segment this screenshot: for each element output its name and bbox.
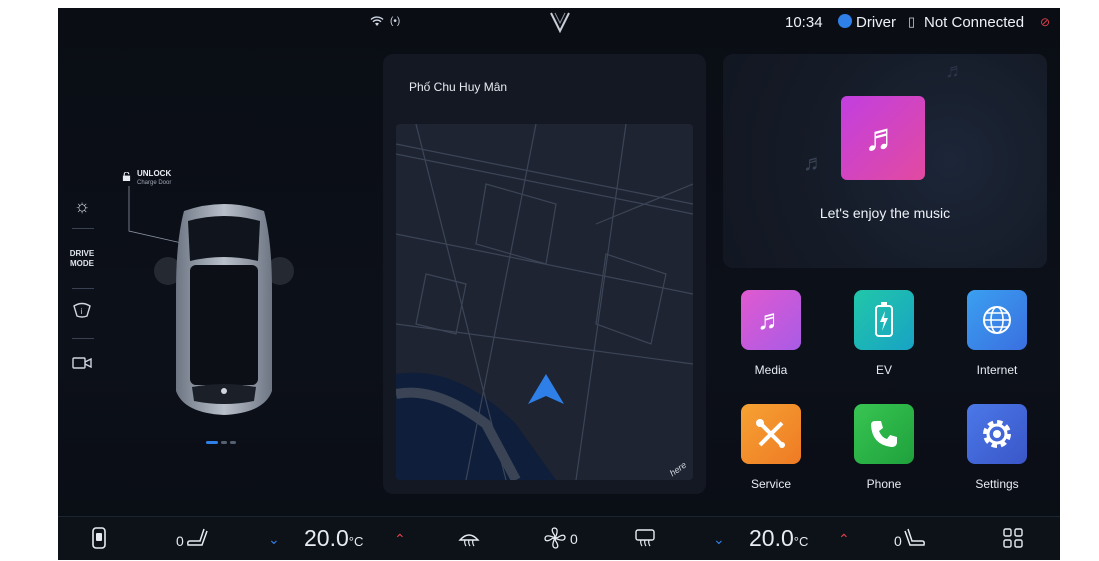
status-bar: (•) 10:34 Driver ▯ Not Connected ⊘ <box>58 8 1060 38</box>
globe-icon <box>967 290 1027 350</box>
app-settings[interactable]: Settings <box>957 404 1037 491</box>
navigation-card[interactable]: Phố Chu Huy Mân here <box>383 54 706 494</box>
drive-mode-line1: DRIVE <box>69 249 95 258</box>
app-phone[interactable]: Phone <box>844 404 924 491</box>
tire-pressure-icon[interactable]: i <box>68 302 96 322</box>
car-top-view-image <box>154 204 294 415</box>
left-seat-heat-level: 0 <box>176 533 184 549</box>
app-ev[interactable]: EV <box>844 290 924 377</box>
front-defrost-icon[interactable] <box>458 528 480 551</box>
divider <box>72 338 94 339</box>
right-temp-value: 20.0 <box>749 525 794 551</box>
app-media[interactable]: ♬ Media <box>731 290 811 377</box>
car-door-icon[interactable] <box>92 527 106 552</box>
app-label: Phone <box>866 477 902 491</box>
app-label: Media <box>754 363 788 377</box>
temp-unit: °C <box>793 534 809 549</box>
fan-speed: 0 <box>570 531 578 547</box>
phone-icon <box>854 404 914 464</box>
svg-text:i: i <box>81 307 83 316</box>
app-label: Service <box>750 477 791 491</box>
map-roads <box>396 124 693 480</box>
driver-profile-icon[interactable] <box>838 14 852 28</box>
app-label: Settings <box>975 477 1019 491</box>
music-note-icon: ♬ <box>864 117 902 159</box>
climate-bar: 0 ⌄ 20.0°C ⌃ 0 ⌄ 20.0°C ⌃ 0 <box>58 516 1060 560</box>
app-internet[interactable]: Internet <box>957 290 1037 377</box>
left-temperature[interactable]: 20.0°C <box>304 525 363 552</box>
music-note-icon: ♬ <box>803 150 825 175</box>
clock: 10:34 <box>785 14 823 31</box>
sim-card-icon: ▯ <box>908 14 916 29</box>
page-indicator <box>206 431 239 449</box>
hotspot-icon: (•) <box>390 16 401 27</box>
music-app-icon[interactable]: ♬ <box>841 96 925 180</box>
light-icon[interactable]: ☼ <box>68 196 96 217</box>
seat-heat-right-icon[interactable] <box>904 527 926 550</box>
left-temp-value: 20.0 <box>304 525 349 551</box>
music-note-icon: ♬ <box>741 290 801 350</box>
app-service[interactable]: Service <box>731 404 811 491</box>
left-temp-up-button[interactable]: ⌃ <box>394 531 406 548</box>
camera-icon[interactable] <box>68 354 96 375</box>
current-street: Phố Chu Huy Mân <box>409 80 508 94</box>
right-temp-down-button[interactable]: ⌄ <box>713 531 725 548</box>
seat-heat-left-icon[interactable] <box>186 527 208 550</box>
app-label: Internet <box>976 363 1018 377</box>
driver-profile-label[interactable]: Driver <box>856 14 896 31</box>
music-note-icon: ♬ <box>945 60 965 82</box>
left-temp-down-button[interactable]: ⌄ <box>268 531 280 548</box>
music-tagline: Let's enjoy the music <box>819 205 951 221</box>
camera-off-icon[interactable]: ⊘ <box>1040 15 1050 29</box>
temp-unit: °C <box>348 534 364 549</box>
unlock-label: UNLOCK <box>137 169 172 178</box>
map-view[interactable]: here <box>396 124 693 480</box>
divider <box>72 228 94 229</box>
right-temp-up-button[interactable]: ⌃ <box>838 531 850 548</box>
unlock-icon <box>122 172 131 181</box>
infotainment-screen: (•) 10:34 Driver ▯ Not Connected ⊘ ☼ DRI… <box>58 8 1060 560</box>
music-card[interactable]: ♬ ♬ ♬ Let's enjoy the music <box>723 54 1047 268</box>
connection-status: Not Connected <box>924 14 1025 31</box>
brand-logo <box>550 12 570 34</box>
battery-charge-icon <box>854 290 914 350</box>
rear-defrost-icon[interactable] <box>634 528 656 551</box>
fan-icon[interactable] <box>544 527 566 552</box>
drive-mode-line2: MODE <box>70 259 94 268</box>
gear-icon <box>967 404 1027 464</box>
tools-icon <box>741 404 801 464</box>
right-temperature[interactable]: 20.0°C <box>749 525 808 552</box>
right-seat-heat-level: 0 <box>894 533 902 549</box>
divider <box>72 288 94 289</box>
app-grid-icon[interactable] <box>1003 528 1023 551</box>
drive-mode-button[interactable]: DRIVE MODE <box>60 249 104 269</box>
app-label: EV <box>875 363 892 377</box>
wifi-icon <box>370 16 384 30</box>
